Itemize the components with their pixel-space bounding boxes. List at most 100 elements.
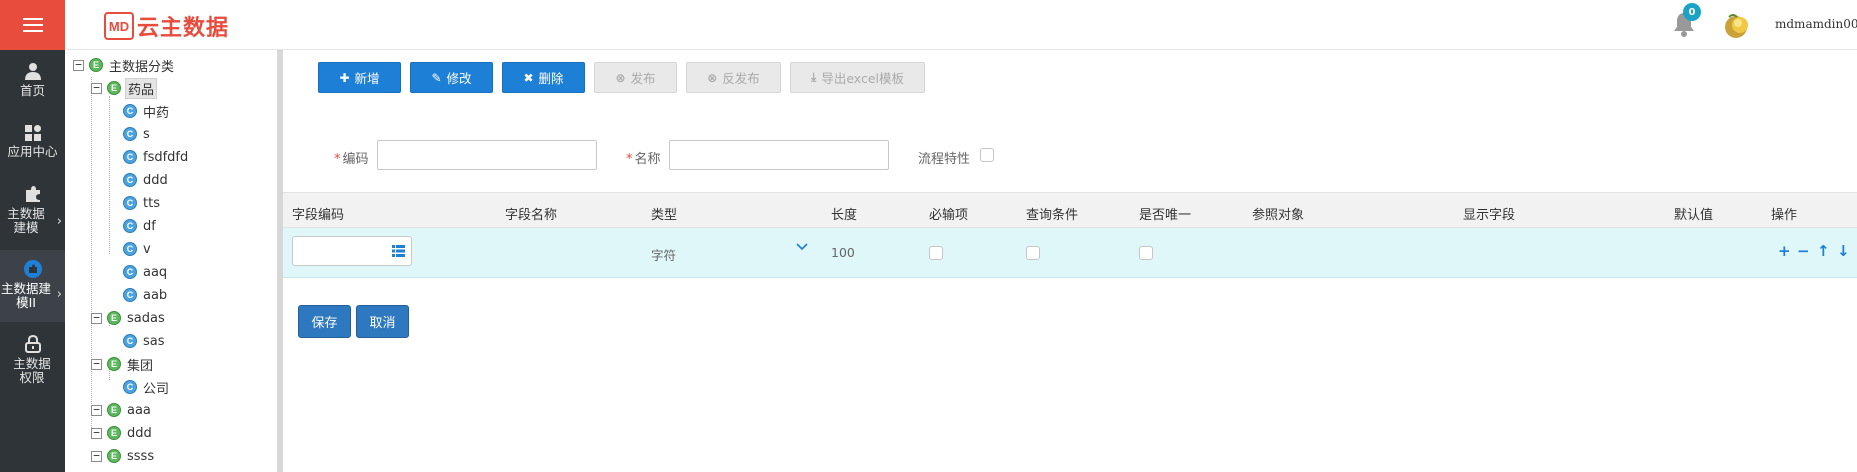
tree-node-label[interactable]: 公司 [141, 378, 171, 397]
collapse-toggle[interactable]: − [73, 59, 84, 71]
collapse-toggle[interactable]: − [91, 427, 102, 439]
type-select-value[interactable]: 字符 [651, 245, 676, 264]
tree-node-label[interactable]: ddd [125, 426, 154, 441]
pencil-icon: ✎ [431, 70, 442, 85]
tree-node[interactable]: C 中药 [123, 101, 171, 121]
delete-button[interactable]: ✖ 删除 [502, 62, 585, 93]
nav-item-app-center[interactable]: 应用中心 [0, 125, 65, 175]
process-label: 流程特性 [918, 152, 971, 167]
length-value[interactable]: 100 [831, 245, 855, 260]
query-checkbox[interactable] [1026, 246, 1040, 260]
chevron-down-icon[interactable] [795, 241, 809, 253]
column-header: 是否唯一 [1139, 208, 1192, 223]
hamburger-icon [22, 18, 43, 32]
tree-node-label[interactable]: sadas [125, 311, 167, 326]
move-up-icon[interactable]: ↑ [1817, 244, 1830, 259]
edit-button[interactable]: ✎ 修改 [410, 62, 493, 93]
tree-node-label[interactable]: aaa [125, 403, 153, 418]
tree-node-label[interactable]: 药品 [125, 77, 158, 99]
tree-node-label[interactable]: v [141, 242, 153, 257]
cancel-button[interactable]: 取消 [356, 305, 409, 338]
tree-node-root[interactable]: − E 主数据分类 [73, 55, 176, 75]
tree-node-label[interactable]: df [141, 219, 158, 234]
category-badge-icon: C [123, 127, 137, 141]
tree-node[interactable]: C s [123, 124, 152, 144]
avatar[interactable] [1723, 11, 1753, 39]
tree-node[interactable]: C aaq [123, 262, 169, 282]
edit-button-label: 修改 [446, 71, 472, 86]
nav-item-label: 主数据建模 [7, 206, 45, 235]
app-logo[interactable]: MD 云主数据 [104, 10, 229, 42]
tree-node-label[interactable]: tts [141, 196, 162, 211]
entity-badge-icon: E [107, 311, 121, 325]
collapse-toggle[interactable]: − [91, 450, 102, 462]
export-template-button[interactable]: ⤓ 导出excel模板 [790, 62, 925, 93]
name-label-text: 名称 [634, 152, 661, 167]
column-header: 长度 [831, 208, 858, 223]
puzzle-circle-icon [23, 260, 42, 278]
tree-node-label[interactable]: 集团 [125, 355, 155, 374]
tree-node[interactable]: C v [123, 239, 153, 259]
save-button[interactable]: 保存 [298, 305, 351, 338]
process-checkbox[interactable] [980, 148, 994, 162]
nav-item-home[interactable]: 首页 [0, 62, 65, 112]
entity-badge-icon: E [107, 81, 121, 95]
add-row-icon[interactable]: + [1778, 244, 1791, 259]
logo-mark: MD [104, 12, 134, 40]
tree-node[interactable]: C ddd [123, 170, 170, 190]
collapse-toggle[interactable]: − [91, 404, 102, 416]
tree-node-label[interactable]: s [141, 127, 152, 142]
tree-node-label[interactable]: ssss [125, 449, 156, 464]
publish-button[interactable]: ⊗ 发布 [594, 62, 677, 93]
category-badge-icon: C [123, 380, 137, 394]
menu-toggle-button[interactable] [0, 0, 65, 50]
list-icon[interactable] [392, 245, 405, 257]
nav-item-modeling-ii[interactable]: 主数据建模II › [0, 250, 65, 322]
add-button[interactable]: ✚ 新增 [318, 62, 401, 93]
tree-node[interactable]: C df [123, 216, 158, 236]
nav-item-modeling[interactable]: 主数据建模 › [0, 185, 65, 243]
publish-button-label: 发布 [630, 71, 656, 86]
tree-node-label[interactable]: fsdfdfd [141, 150, 190, 165]
tree-node-label[interactable]: aaq [141, 265, 169, 280]
column-header: 字段名称 [505, 208, 558, 223]
code-label-text: 编码 [342, 152, 369, 167]
required-checkbox[interactable] [929, 246, 943, 260]
tree-node[interactable]: − E ssss [91, 446, 156, 466]
collapse-toggle[interactable]: − [91, 82, 102, 94]
tree-node[interactable]: C sas [123, 331, 167, 351]
tree-node-label[interactable]: aab [141, 288, 169, 303]
field-code-input[interactable] [292, 236, 412, 266]
entity-badge-icon: E [107, 403, 121, 417]
notification-badge: 0 [1683, 3, 1701, 21]
name-input[interactable] [669, 140, 889, 170]
tree-node-label[interactable]: 中药 [141, 102, 171, 121]
unique-checkbox[interactable] [1139, 246, 1153, 260]
unpublish-button-label: 反发布 [722, 71, 760, 86]
tree-node[interactable]: C 公司 [123, 377, 171, 397]
column-header: 显示字段 [1463, 208, 1516, 223]
remove-row-icon[interactable]: − [1797, 244, 1810, 259]
tree-node-label[interactable]: ddd [141, 173, 170, 188]
tree-node-label[interactable]: sas [141, 334, 167, 349]
unpublish-button[interactable]: ⊗ 反发布 [686, 62, 781, 93]
tree-node[interactable]: C aab [123, 285, 169, 305]
tree-node[interactable]: − E aaa [91, 400, 153, 420]
tree-node[interactable]: C fsdfdfd [123, 147, 190, 167]
username[interactable]: mdmamdin001 [1775, 17, 1857, 31]
category-badge-icon: C [123, 219, 137, 233]
chevron-right-icon: › [56, 214, 62, 229]
tree-node[interactable]: C tts [123, 193, 162, 213]
tree-node[interactable]: − E 集团 [91, 354, 155, 374]
collapse-toggle[interactable]: − [91, 312, 102, 324]
category-badge-icon: C [123, 196, 137, 210]
tree-node[interactable]: − E ddd [91, 423, 154, 443]
move-down-icon[interactable]: ↓ [1837, 244, 1850, 259]
tree-node[interactable]: − E sadas [91, 308, 167, 328]
tree-node[interactable]: − E 药品 [91, 77, 158, 99]
collapse-toggle[interactable]: − [91, 358, 102, 370]
tree-node-label[interactable]: 主数据分类 [107, 56, 176, 75]
nav-item-permission[interactable]: 主数据权限 [0, 335, 65, 393]
code-input[interactable] [377, 140, 597, 170]
column-header: 类型 [651, 208, 678, 223]
